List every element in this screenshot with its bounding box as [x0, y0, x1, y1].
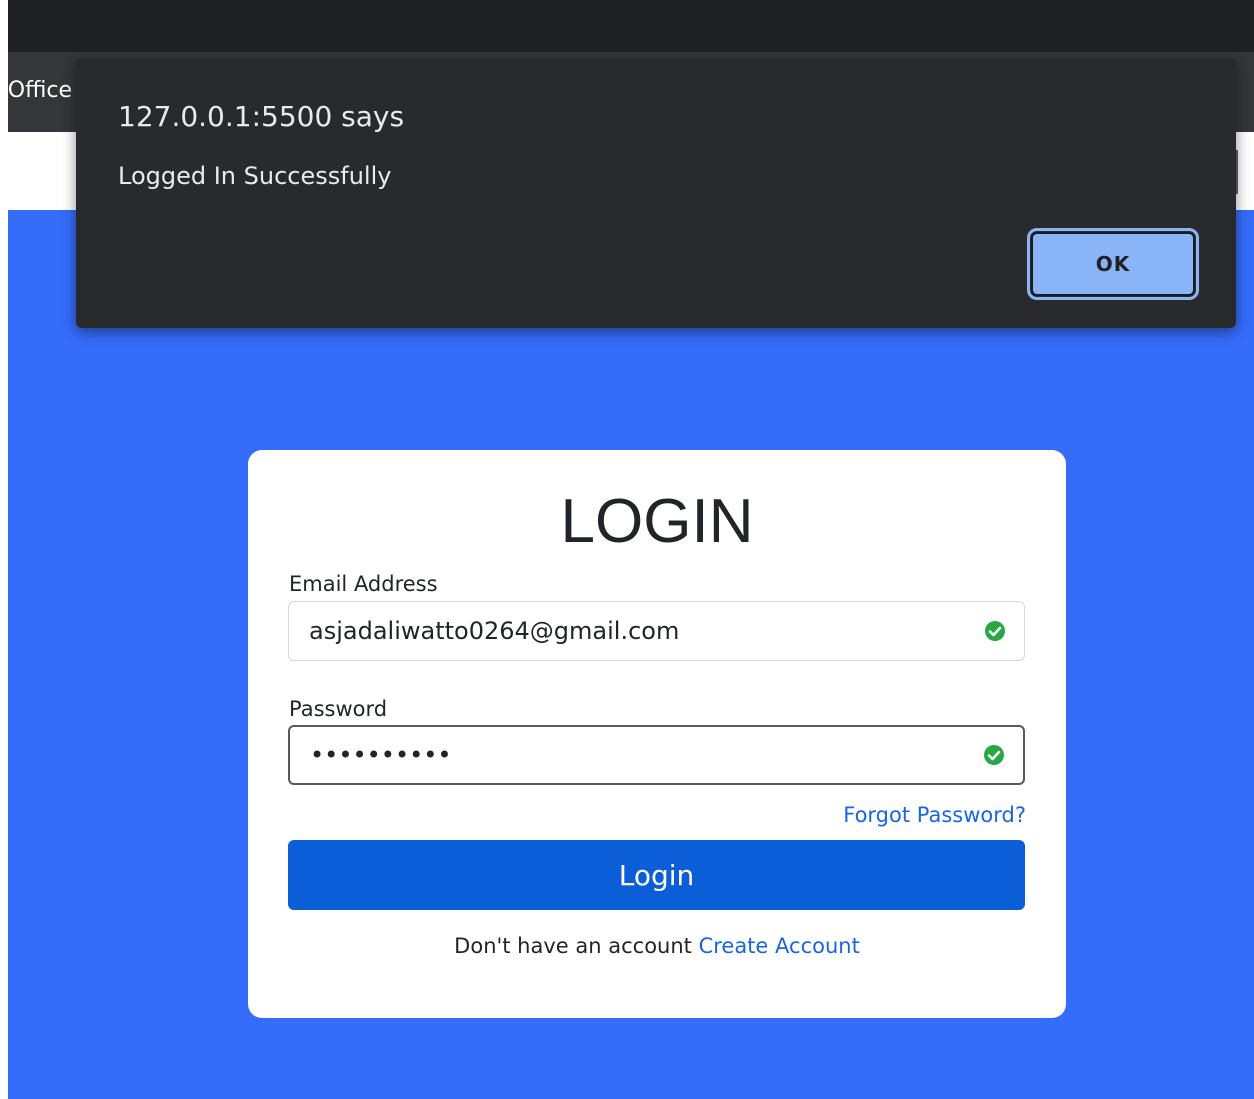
page-title: LOGIN [560, 487, 754, 556]
password-field[interactable] [288, 725, 1025, 785]
toolbar-divider [1236, 150, 1238, 194]
dialog-title: 127.0.0.1:5500 says [118, 100, 405, 133]
window-edge [0, 0, 8, 1099]
forgot-password-link[interactable]: Forgot Password? [843, 803, 1026, 827]
email-label: Email Address [289, 572, 438, 596]
create-account-link[interactable]: Create Account [699, 934, 860, 958]
email-input[interactable] [309, 602, 949, 660]
password-input[interactable] [310, 727, 950, 783]
dialog-message: Logged In Successfully [118, 162, 392, 190]
page-background: LOGIN Email Address Password Forgot Pass… [8, 210, 1254, 1099]
screen: Office 127.0.0.1:5500 says Logged In Suc… [0, 0, 1254, 1099]
browser-titlebar [8, 0, 1254, 52]
login-button[interactable]: Login [288, 840, 1025, 910]
signup-prompt: Don't have an account [454, 934, 699, 958]
password-label: Password [289, 697, 388, 721]
valid-check-icon [985, 621, 1005, 641]
login-card: LOGIN Email Address Password Forgot Pass… [248, 450, 1066, 1018]
bookmark-item[interactable]: Office [8, 78, 72, 103]
alert-dialog: 127.0.0.1:5500 says Logged In Successful… [76, 58, 1236, 328]
signup-row: Don't have an account Create Account [248, 934, 1066, 958]
valid-check-icon [984, 745, 1004, 765]
ok-button[interactable]: OK [1027, 228, 1199, 300]
email-field[interactable] [288, 601, 1025, 661]
